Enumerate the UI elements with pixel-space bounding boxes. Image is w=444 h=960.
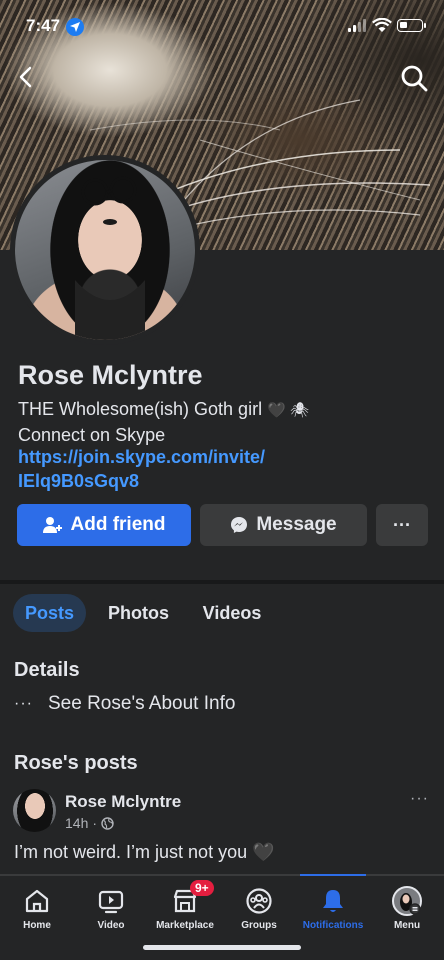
post-author-name[interactable]: Rose Mclyntre — [65, 792, 181, 812]
cellular-signal-icon — [348, 19, 366, 32]
add-friend-button[interactable]: Add friend — [17, 504, 191, 546]
tab-videos[interactable]: Videos — [193, 594, 271, 632]
battery-icon — [397, 19, 426, 32]
location-arrow-icon — [66, 18, 84, 36]
more-options-button[interactable]: ··· — [376, 504, 428, 546]
post-time[interactable]: 14h — [65, 815, 88, 831]
glasses-overlay — [75, 176, 145, 340]
home-indicator — [143, 945, 301, 950]
wifi-icon — [372, 18, 392, 32]
nav-marketplace-label: Marketplace — [156, 920, 214, 931]
post-meta: 14h · — [65, 815, 114, 831]
about-info-label[interactable]: See Rose's About Info — [48, 693, 235, 715]
section-divider — [0, 580, 444, 584]
profile-picture[interactable] — [10, 155, 200, 345]
post-more-button[interactable]: ··· — [410, 790, 429, 808]
nav-video-label: Video — [97, 920, 125, 931]
add-friend-icon — [42, 517, 62, 533]
video-icon — [98, 890, 124, 914]
tab-posts[interactable]: Posts — [13, 594, 86, 632]
post-text: I’m not weird. I’m just not you 🖤 — [14, 842, 275, 862]
nav-video[interactable]: Video — [74, 886, 148, 931]
nav-menu-label: Menu — [393, 920, 421, 931]
menu-avatar-icon — [392, 886, 422, 916]
more-dots-icon: ··· — [14, 695, 33, 712]
back-button[interactable] — [12, 62, 42, 92]
search-button[interactable] — [398, 62, 430, 94]
nav-home-label: Home — [23, 920, 51, 931]
status-time: 7:47 — [26, 16, 61, 35]
bio-link[interactable]: https://join.skype.com/invite/ IElq9B0sG… — [18, 445, 318, 493]
notifications-icon — [323, 890, 343, 912]
profile-bio: THE Wholesome(ish) Goth girl 🖤 🕷 Connect… — [18, 397, 418, 447]
marketplace-badge: 9+ — [190, 880, 214, 896]
post-meta-dot: · — [92, 815, 98, 831]
nav-home[interactable]: Home — [0, 886, 74, 931]
status-bar: 7:47 — [0, 0, 444, 50]
bio-emoji: 🖤 🕷 — [267, 402, 309, 419]
message-label: Message — [256, 514, 337, 535]
profile-name: Rose Mclyntre — [18, 360, 203, 390]
message-button[interactable]: Message — [200, 504, 367, 546]
nav-menu[interactable]: Menu — [370, 886, 444, 931]
profile-photo — [15, 160, 195, 340]
bio-link-line-2[interactable]: IElq9B0sGqv8 — [18, 469, 318, 493]
globe-icon — [101, 816, 114, 830]
add-friend-label: Add friend — [70, 514, 166, 535]
tab-photos[interactable]: Photos — [101, 594, 176, 632]
bio-link-line-1[interactable]: https://join.skype.com/invite/ — [18, 445, 318, 469]
details-heading: Details — [14, 659, 80, 681]
messenger-icon — [231, 517, 248, 533]
groups-icon — [246, 888, 272, 914]
nav-notifications-label: Notifications — [302, 920, 364, 931]
bio-line-1: THE Wholesome(ish) Goth girl — [18, 399, 263, 419]
post-author-avatar[interactable] — [13, 789, 56, 832]
about-info-row[interactable]: ··· See Rose's About Info — [14, 692, 235, 716]
posts-heading: Rose's posts — [14, 752, 138, 774]
bio-line-2: Connect on Skype — [18, 425, 166, 445]
nav-notifications[interactable]: Notifications — [296, 886, 370, 931]
nav-groups[interactable]: Groups — [222, 886, 296, 931]
home-icon — [25, 889, 49, 913]
chevron-left-icon — [19, 66, 32, 88]
nav-marketplace[interactable]: 9+ Marketplace — [148, 880, 222, 931]
nav-groups-label: Groups — [241, 920, 277, 931]
